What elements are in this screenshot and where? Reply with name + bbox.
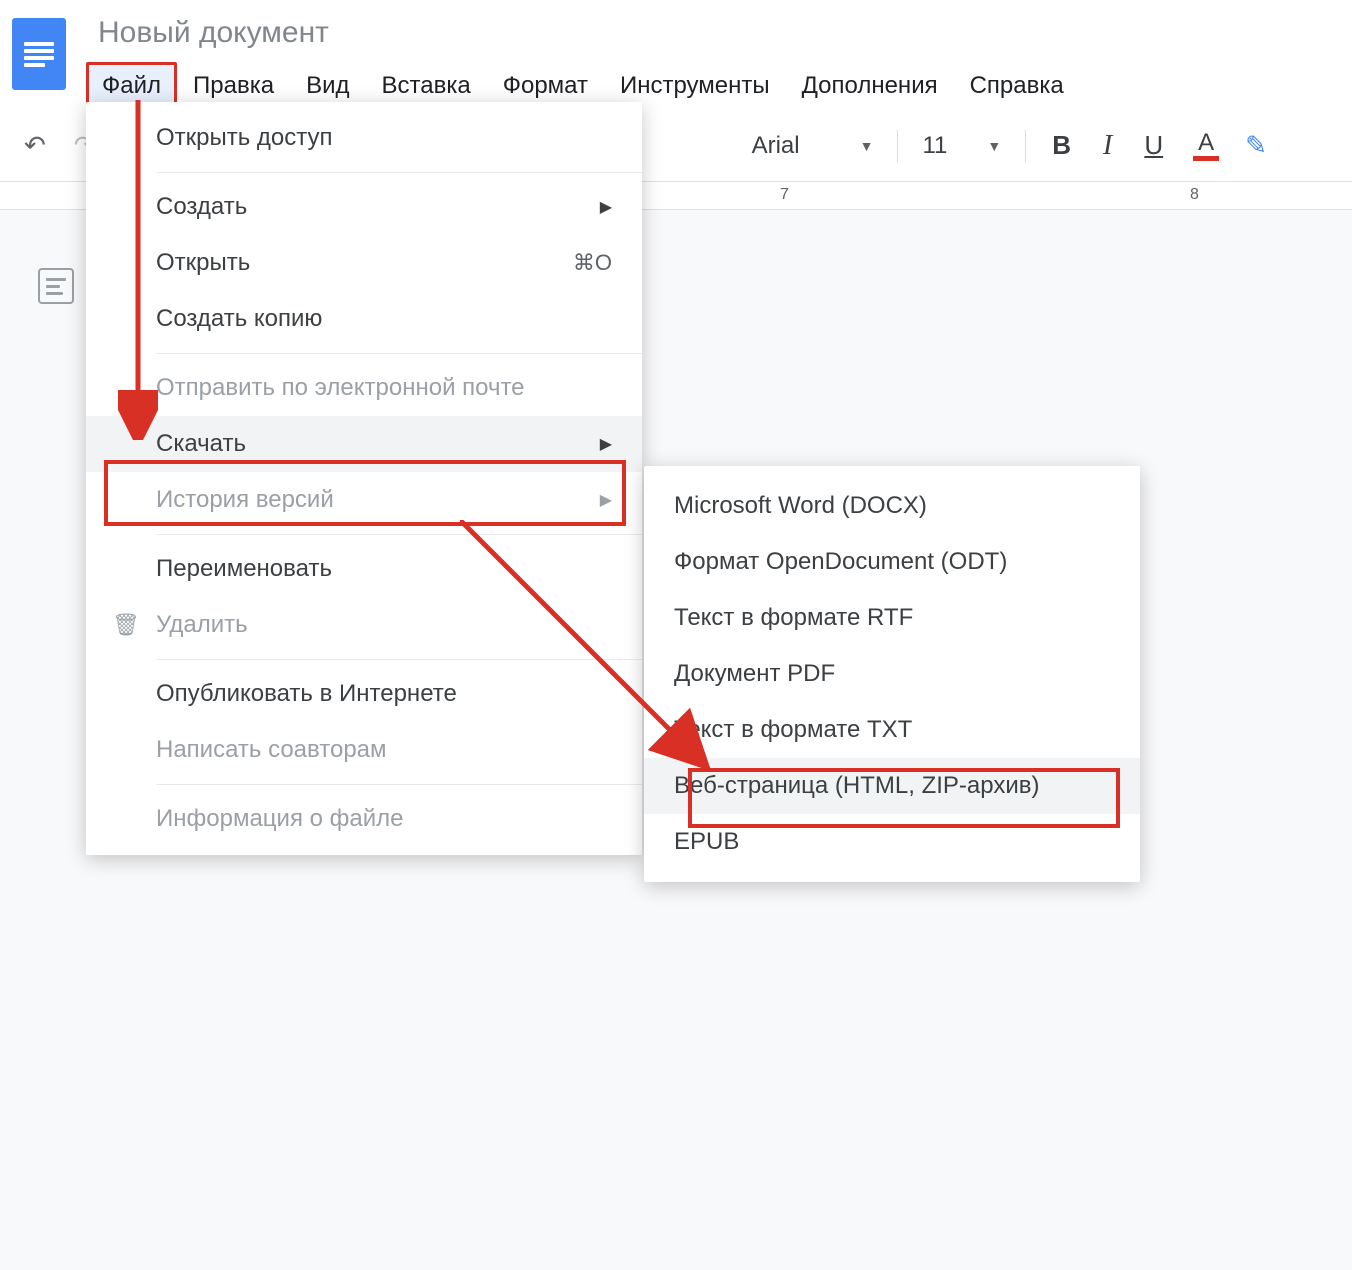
menu-item-email: Отправить по электронной почте xyxy=(86,360,642,416)
menu-item-label: Скачать xyxy=(156,430,600,458)
menu-item-label: Информация о файле xyxy=(156,805,612,833)
menu-item-label: Текст в формате RTF xyxy=(674,604,1110,632)
menu-item-label: Написать соавторам xyxy=(156,736,612,764)
menu-separator xyxy=(156,353,642,354)
menu-item-label: Текст в формате TXT xyxy=(674,716,1110,744)
toolbar-separator xyxy=(897,130,898,162)
text-color-letter: A xyxy=(1198,131,1214,155)
menu-item-label: Опубликовать в Интернете xyxy=(156,680,612,708)
font-name-label: Arial xyxy=(752,132,800,160)
menu-item-make-copy[interactable]: Создать копию xyxy=(86,291,642,347)
submenu-arrow-icon: ▶ xyxy=(600,197,612,217)
menu-item-version-history: История версий ▶ xyxy=(86,472,642,528)
menu-item-label: Создать копию xyxy=(156,305,612,333)
menu-item-label: Создать xyxy=(156,193,600,221)
outline-icon[interactable] xyxy=(38,268,74,304)
menu-item-label: Удалить xyxy=(156,611,612,639)
document-title[interactable]: Новый документ xyxy=(86,10,1352,62)
ruler-tick: 8 xyxy=(1190,186,1199,204)
chevron-down-icon: ▼ xyxy=(860,138,874,154)
menu-separator xyxy=(156,659,642,660)
submenu-arrow-icon: ▶ xyxy=(600,434,612,454)
docs-logo-icon[interactable] xyxy=(12,18,66,90)
menu-item-label: Microsoft Word (DOCX) xyxy=(674,492,1110,520)
submenu-item-epub[interactable]: EPUB xyxy=(644,814,1140,870)
submenu-item-odt[interactable]: Формат OpenDocument (ODT) xyxy=(644,534,1140,590)
menu-separator xyxy=(156,534,642,535)
font-size-value: 11 xyxy=(922,132,947,160)
menu-item-label: Отправить по электронной почте xyxy=(156,374,612,402)
trash-icon: 🗑 xyxy=(112,612,140,638)
underline-button[interactable]: U xyxy=(1132,130,1175,161)
menu-help[interactable]: Справка xyxy=(954,62,1080,110)
menu-item-rename[interactable]: Переименовать xyxy=(86,541,642,597)
menu-item-label: История версий xyxy=(156,486,600,514)
file-dropdown: Открыть доступ Создать ▶ Открыть ⌘O Созд… xyxy=(86,102,642,855)
menu-item-email-coauthors: Написать соавторам xyxy=(86,722,642,778)
menu-separator xyxy=(156,172,642,173)
submenu-item-rtf[interactable]: Текст в формате RTF xyxy=(644,590,1140,646)
menu-item-download[interactable]: Скачать ▶ xyxy=(86,416,642,472)
italic-button[interactable]: I xyxy=(1091,130,1124,162)
text-color-swatch xyxy=(1193,156,1219,161)
menu-item-label: Веб-страница (HTML, ZIP-архив) xyxy=(674,772,1110,800)
undo-icon[interactable]: ↶ xyxy=(14,124,56,167)
menu-item-label: Открыть xyxy=(156,249,573,277)
submenu-item-pdf[interactable]: Документ PDF xyxy=(644,646,1140,702)
chevron-down-icon: ▼ xyxy=(987,138,1001,154)
menu-item-open[interactable]: Открыть ⌘O xyxy=(86,235,642,291)
menu-item-create[interactable]: Создать ▶ xyxy=(86,179,642,235)
menu-item-label: Формат OpenDocument (ODT) xyxy=(674,548,1110,576)
bold-button[interactable]: B xyxy=(1040,130,1083,161)
font-name-selector[interactable]: Arial ▼ xyxy=(742,132,884,160)
download-submenu: Microsoft Word (DOCX) Формат OpenDocumen… xyxy=(644,466,1140,882)
menu-item-publish[interactable]: Опубликовать в Интернете xyxy=(86,666,642,722)
menu-item-label: EPUB xyxy=(674,828,1110,856)
menu-item-share[interactable]: Открыть доступ xyxy=(86,110,642,166)
menu-item-file-info: Информация о файле xyxy=(86,791,642,847)
menu-addons[interactable]: Дополнения xyxy=(786,62,954,110)
menu-separator xyxy=(156,784,642,785)
highlight-icon[interactable]: ✎ xyxy=(1237,130,1275,161)
menu-item-delete: 🗑 Удалить xyxy=(86,597,642,653)
submenu-item-txt[interactable]: Текст в формате TXT xyxy=(644,702,1140,758)
menu-item-label: Документ PDF xyxy=(674,660,1110,688)
toolbar-separator xyxy=(1025,130,1026,162)
submenu-item-docx[interactable]: Microsoft Word (DOCX) xyxy=(644,478,1140,534)
submenu-item-html[interactable]: Веб-страница (HTML, ZIP-архив) xyxy=(644,758,1140,814)
text-color-button[interactable]: A xyxy=(1183,131,1229,161)
menu-item-label: Переименовать xyxy=(156,555,612,583)
submenu-arrow-icon: ▶ xyxy=(600,490,612,510)
ruler-tick: 7 xyxy=(780,186,789,204)
menu-item-shortcut: ⌘O xyxy=(573,250,612,276)
menu-item-label: Открыть доступ xyxy=(156,124,612,152)
font-size-selector[interactable]: 11 ▼ xyxy=(912,132,1011,160)
